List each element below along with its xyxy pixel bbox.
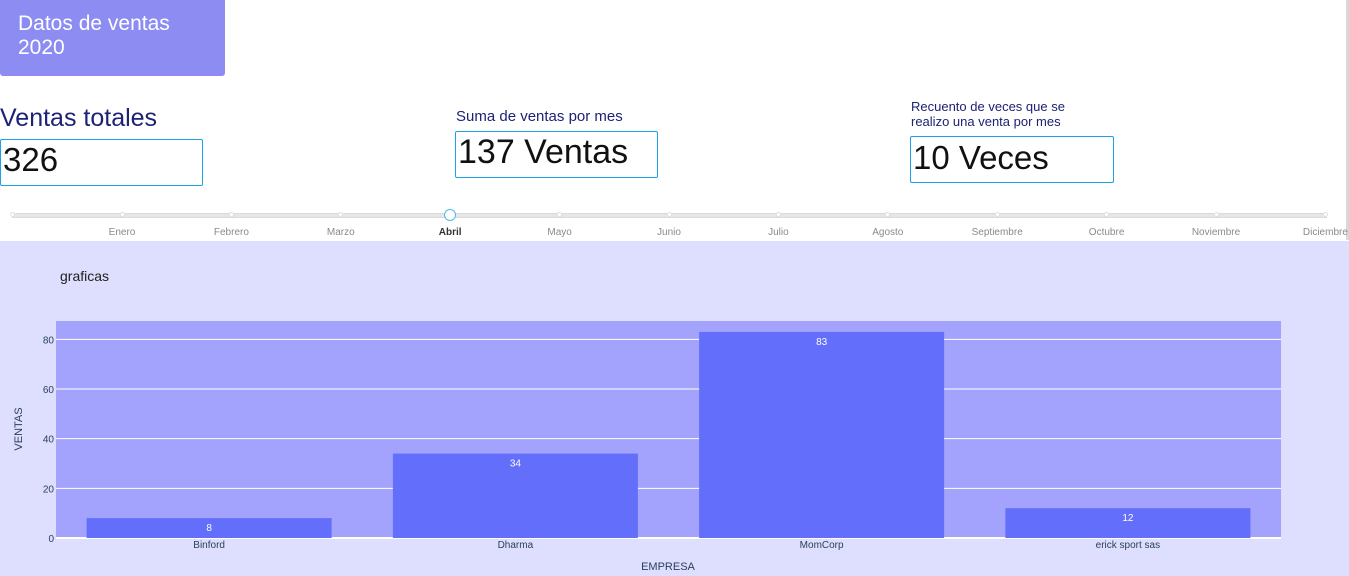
bar-value-label: 34 bbox=[510, 459, 522, 470]
y-tick-label: 0 bbox=[48, 534, 54, 545]
slider-label-octubre[interactable]: Octubre bbox=[1089, 227, 1125, 238]
slider-label-diciembre[interactable]: Diciembre bbox=[1303, 227, 1348, 238]
slider-label-enero[interactable]: Enero bbox=[109, 227, 136, 238]
y-axis-label: VENTAS bbox=[13, 407, 25, 450]
slider-tick[interactable] bbox=[10, 212, 15, 217]
slider-label-marzo[interactable]: Marzo bbox=[327, 227, 355, 238]
total-sales-value: 326 bbox=[3, 141, 59, 178]
slider-label-agosto[interactable]: Agosto bbox=[872, 227, 903, 238]
sales-count-value: 10 Veces bbox=[913, 139, 1049, 176]
slider-handle[interactable] bbox=[444, 209, 457, 221]
bar-value-label: 8 bbox=[206, 523, 212, 534]
slider-label-abril[interactable]: Abril bbox=[439, 227, 462, 238]
slider-label-mayo[interactable]: Mayo bbox=[547, 227, 571, 238]
slider-tick[interactable] bbox=[119, 212, 125, 217]
slider-tick[interactable] bbox=[1322, 212, 1328, 217]
slider-label-julio[interactable]: Julio bbox=[768, 227, 789, 238]
x-tick-label: MomCorp bbox=[800, 540, 844, 551]
total-sales-box: 326 bbox=[0, 139, 203, 186]
slider-label-junio[interactable]: Junio bbox=[657, 227, 681, 238]
y-tick-label: 80 bbox=[43, 335, 55, 346]
slider-label-noviembre[interactable]: Noviembre bbox=[1192, 227, 1240, 238]
bar-value-label: 83 bbox=[816, 337, 828, 348]
monthly-sum-value: 137 Ventas bbox=[458, 133, 629, 171]
slider-label-febrero[interactable]: Febrero bbox=[214, 227, 249, 238]
y-tick-label: 20 bbox=[43, 484, 55, 495]
plot-area bbox=[56, 321, 1281, 538]
slider-tick[interactable] bbox=[994, 212, 1000, 217]
slider-label-septiembre[interactable]: Septiembre bbox=[972, 227, 1023, 238]
sales-bar-chart: 8 34 83 12 0 20 40 60 80 Binford Dharma MomCorp er… bbox=[13, 321, 1281, 573]
sales-count-label: Recuento de veces que se realizo una ven… bbox=[911, 99, 1065, 129]
sales-count-box: 10 Veces bbox=[910, 136, 1114, 183]
slider-tick[interactable] bbox=[666, 212, 672, 217]
app-title-box: Datos de ventas 2020 bbox=[0, 0, 225, 76]
x-tick-label: erick sport sas bbox=[1096, 540, 1160, 551]
x-tick-label: Binford bbox=[193, 540, 225, 551]
slider-tick[interactable] bbox=[775, 212, 781, 217]
x-axis-label: EMPRESA bbox=[641, 561, 695, 573]
chart-panel: graficas 8 34 83 12 0 20 40 60 80 Binford Dharma… bbox=[0, 241, 1349, 576]
slider-tick[interactable] bbox=[1213, 212, 1219, 217]
slider-tick[interactable] bbox=[228, 212, 234, 217]
app-title: Datos de ventas 2020 bbox=[18, 12, 170, 59]
x-tick-label: Dharma bbox=[498, 540, 534, 551]
bar-value-label: 12 bbox=[1122, 513, 1134, 524]
y-tick-label: 60 bbox=[43, 385, 55, 396]
monthly-sum-box: 137 Ventas bbox=[455, 131, 658, 178]
monthly-sum-label: Suma de ventas por mes bbox=[456, 108, 623, 125]
total-sales-label: Ventas totales bbox=[0, 104, 158, 132]
y-tick-label: 40 bbox=[43, 435, 55, 446]
bar-momcorp[interactable] bbox=[699, 331, 945, 538]
